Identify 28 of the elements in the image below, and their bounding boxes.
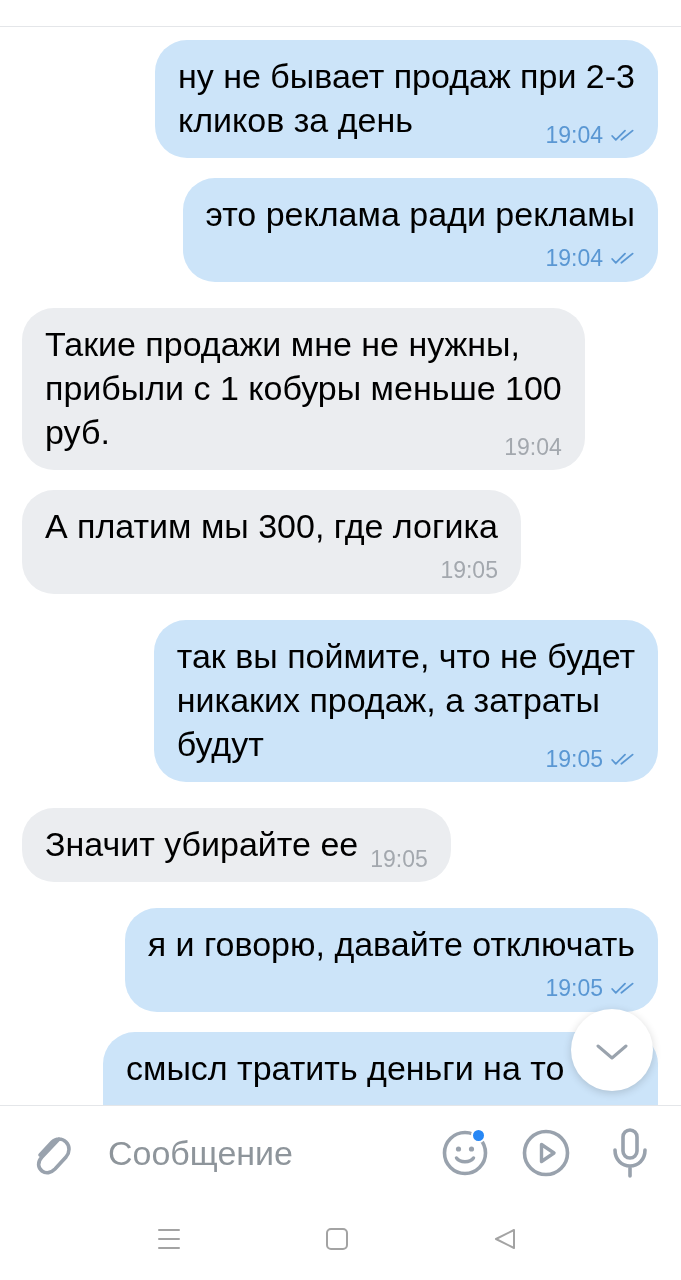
message-time: 19:04: [504, 434, 562, 460]
message-text: руб.: [45, 413, 110, 451]
microphone-icon[interactable]: [612, 1128, 648, 1178]
play-circle-icon[interactable]: [522, 1129, 570, 1177]
message-text: будут: [176, 725, 264, 763]
message-time: 19:05: [440, 557, 498, 583]
message-text: Значит убирайте ее: [45, 825, 359, 863]
message-time: 19:05: [545, 746, 603, 772]
message-text: я и говорю, давайте отключать: [147, 925, 635, 963]
message-text: ну не бывает продаж при 2-3: [178, 57, 635, 95]
message-text: кликов за день: [178, 101, 413, 139]
square-icon[interactable]: [325, 1228, 349, 1250]
chevron-down-icon: [596, 1044, 628, 1060]
message-text: никаких продаж, а затраты: [176, 681, 600, 719]
message-text: А платим мы 300, где логика: [45, 507, 498, 545]
message-text: так вы поймите, что не будет: [176, 637, 635, 675]
message-text: смысл тратить деньги на то: [126, 1049, 565, 1087]
message-time: 19:04: [545, 245, 603, 271]
message-time: 19:04: [545, 122, 603, 148]
message-text: прибыли с 1 кобуры меньше 100: [45, 369, 562, 407]
smiley-icon[interactable]: [442, 1130, 488, 1176]
menu-icon[interactable]: [157, 1228, 181, 1250]
message-input[interactable]: Сообщение: [108, 1131, 430, 1175]
message-text: Такие продажи мне не нужны,: [45, 325, 520, 363]
message-time: 19:05: [545, 975, 603, 1001]
back-triangle-icon[interactable]: [493, 1228, 517, 1250]
message-time: 19:05: [370, 846, 428, 872]
message-text: это реклама ради рекламы: [205, 195, 635, 233]
